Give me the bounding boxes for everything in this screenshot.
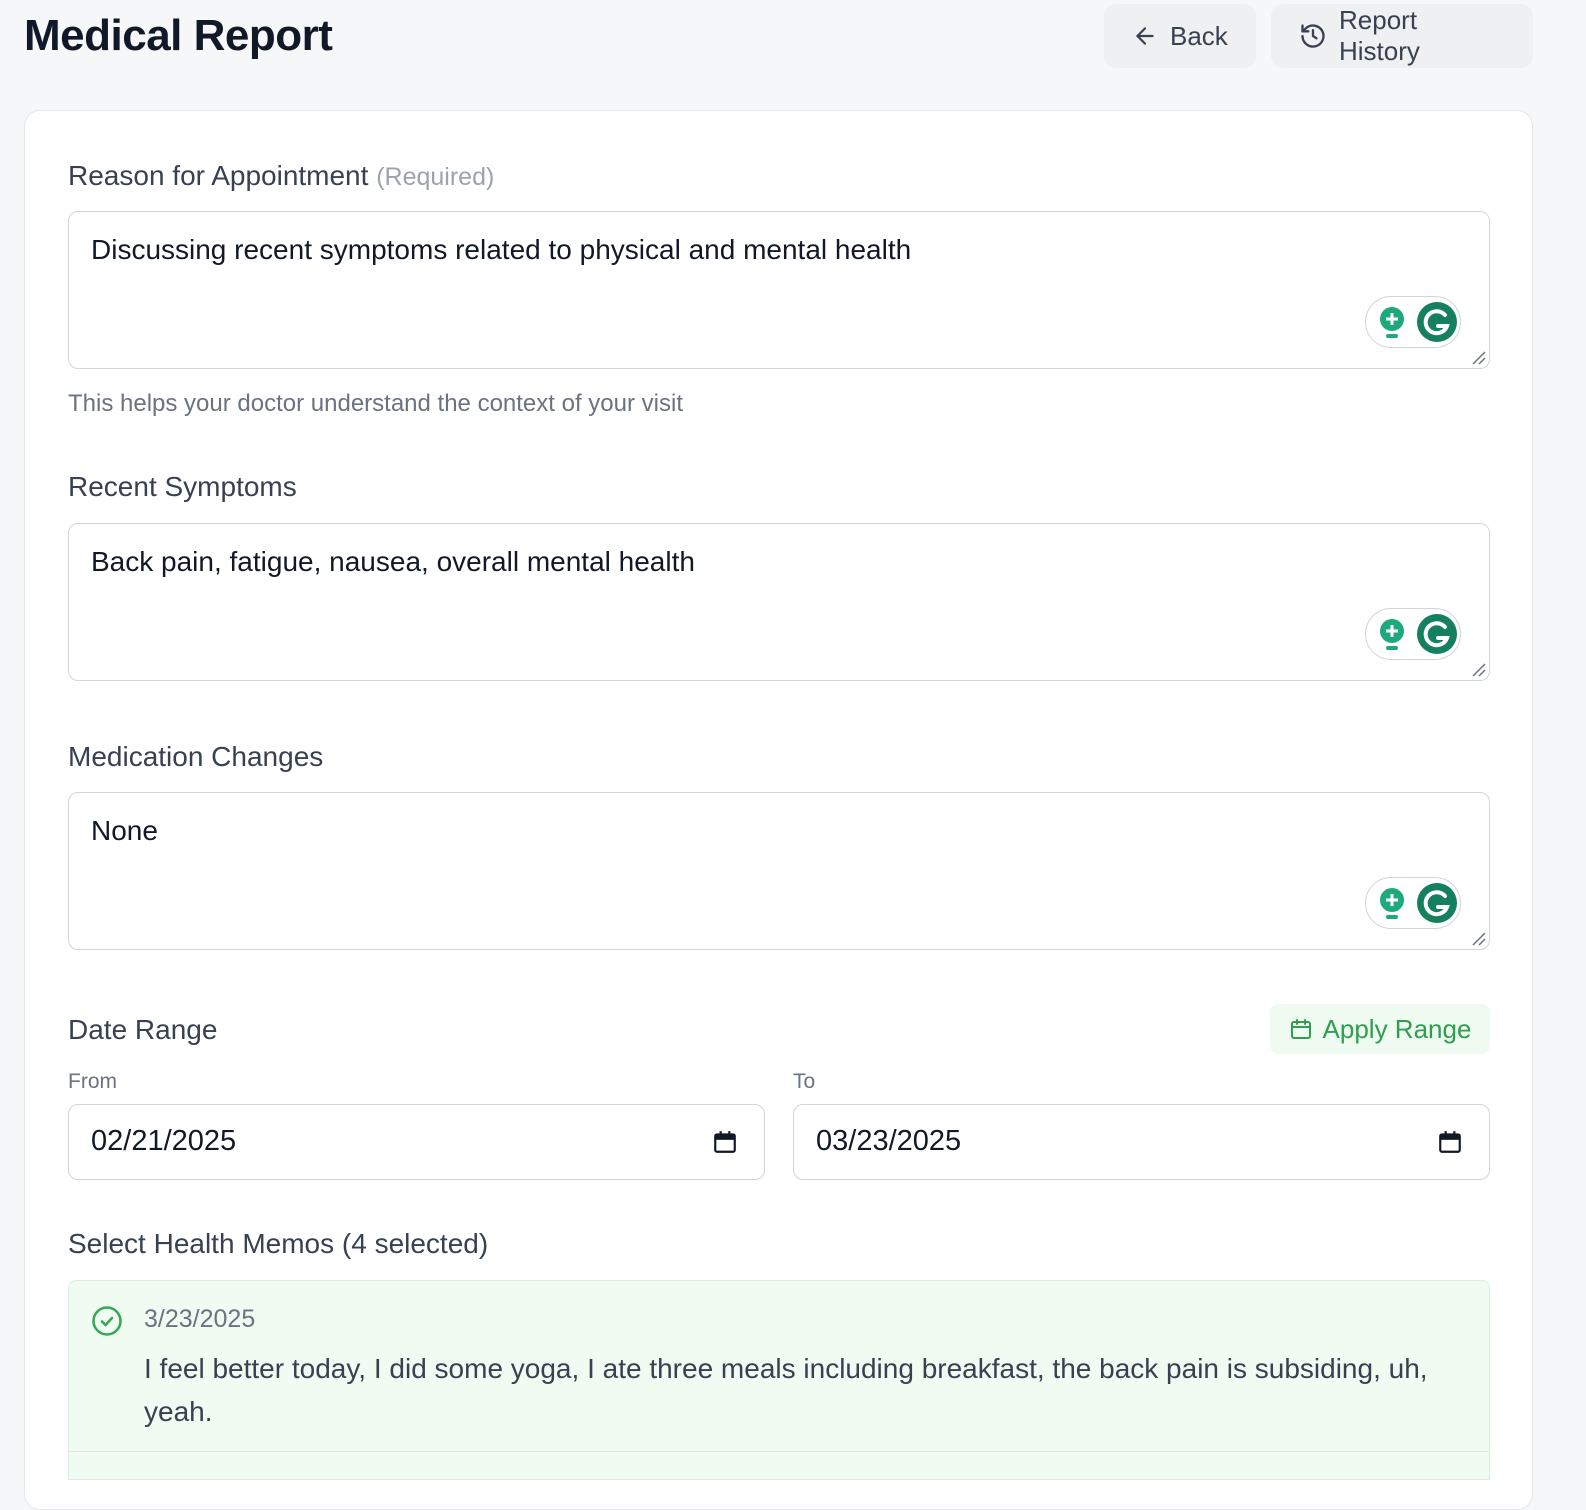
- grammarly-icon: [1417, 302, 1457, 342]
- back-button[interactable]: Back: [1104, 4, 1256, 68]
- check-circle-icon[interactable]: [91, 1305, 123, 1337]
- calendar-icon[interactable]: [1437, 1129, 1463, 1155]
- resize-handle-icon[interactable]: [1469, 929, 1487, 947]
- health-memos-label: Select Health Memos (4 selected): [68, 1228, 489, 1259]
- symptoms-textarea[interactable]: Back pain, fatigue, nausea, overall ment…: [68, 523, 1490, 681]
- symptoms-label: Recent Symptoms: [68, 471, 297, 502]
- required-tag: (Required): [376, 163, 495, 191]
- lightbulb-icon: [1380, 619, 1404, 650]
- medication-label: Medication Changes: [68, 741, 324, 772]
- reason-value: Discussing recent symptoms related to ph…: [91, 234, 912, 265]
- reason-textarea[interactable]: Discussing recent symptoms related to ph…: [68, 211, 1490, 369]
- medication-textarea[interactable]: None: [68, 792, 1490, 950]
- grammarly-widget[interactable]: [1365, 296, 1461, 348]
- date-range-label: Date Range: [68, 1014, 218, 1045]
- to-label: To: [793, 1070, 816, 1093]
- calendar-icon[interactable]: [712, 1129, 738, 1155]
- apply-range-button[interactable]: Apply Range: [1270, 1004, 1490, 1054]
- lightbulb-icon: [1380, 888, 1404, 919]
- grammarly-widget[interactable]: [1365, 877, 1461, 929]
- medication-value: None: [91, 815, 158, 846]
- from-label: From: [68, 1070, 117, 1093]
- memo-date: 3/23/2025: [144, 1305, 256, 1333]
- from-date-value: 02/21/2025: [91, 1125, 237, 1157]
- calendar-icon: [1290, 1019, 1311, 1039]
- grammarly-widget[interactable]: [1365, 608, 1461, 660]
- resize-handle-icon[interactable]: [1469, 348, 1487, 366]
- grammarly-icon: [1417, 614, 1457, 654]
- symptoms-value: Back pain, fatigue, nausea, overall ment…: [91, 546, 695, 577]
- reason-hint: This helps your doctor understand the co…: [68, 390, 683, 417]
- grammarly-icon: [1417, 883, 1457, 923]
- to-date-value: 03/23/2025: [816, 1125, 962, 1157]
- apply-range-label: Apply Range: [1322, 1013, 1472, 1044]
- to-date-input[interactable]: 03/23/2025: [793, 1104, 1490, 1180]
- page-title: Medical Report: [24, 11, 333, 60]
- reason-label-text: Reason for Appointment: [68, 160, 369, 191]
- report-history-label: Report History: [1339, 5, 1420, 66]
- resize-handle-icon[interactable]: [1469, 660, 1487, 678]
- memo-divider: [69, 1451, 1489, 1452]
- memo-text: I feel better today, I did some yoga, I …: [144, 1353, 1428, 1427]
- arrow-left-icon: [1136, 27, 1154, 45]
- health-memo-item[interactable]: 3/23/2025 I feel better today, I did som…: [68, 1280, 1490, 1480]
- back-button-label: Back: [1170, 20, 1228, 51]
- reason-label: Reason for Appointment (Required): [68, 158, 494, 195]
- report-history-button[interactable]: Report History: [1271, 4, 1533, 68]
- from-date-input[interactable]: 02/21/2025: [68, 1104, 765, 1180]
- history-icon: [1301, 24, 1325, 48]
- lightbulb-icon: [1380, 307, 1404, 338]
